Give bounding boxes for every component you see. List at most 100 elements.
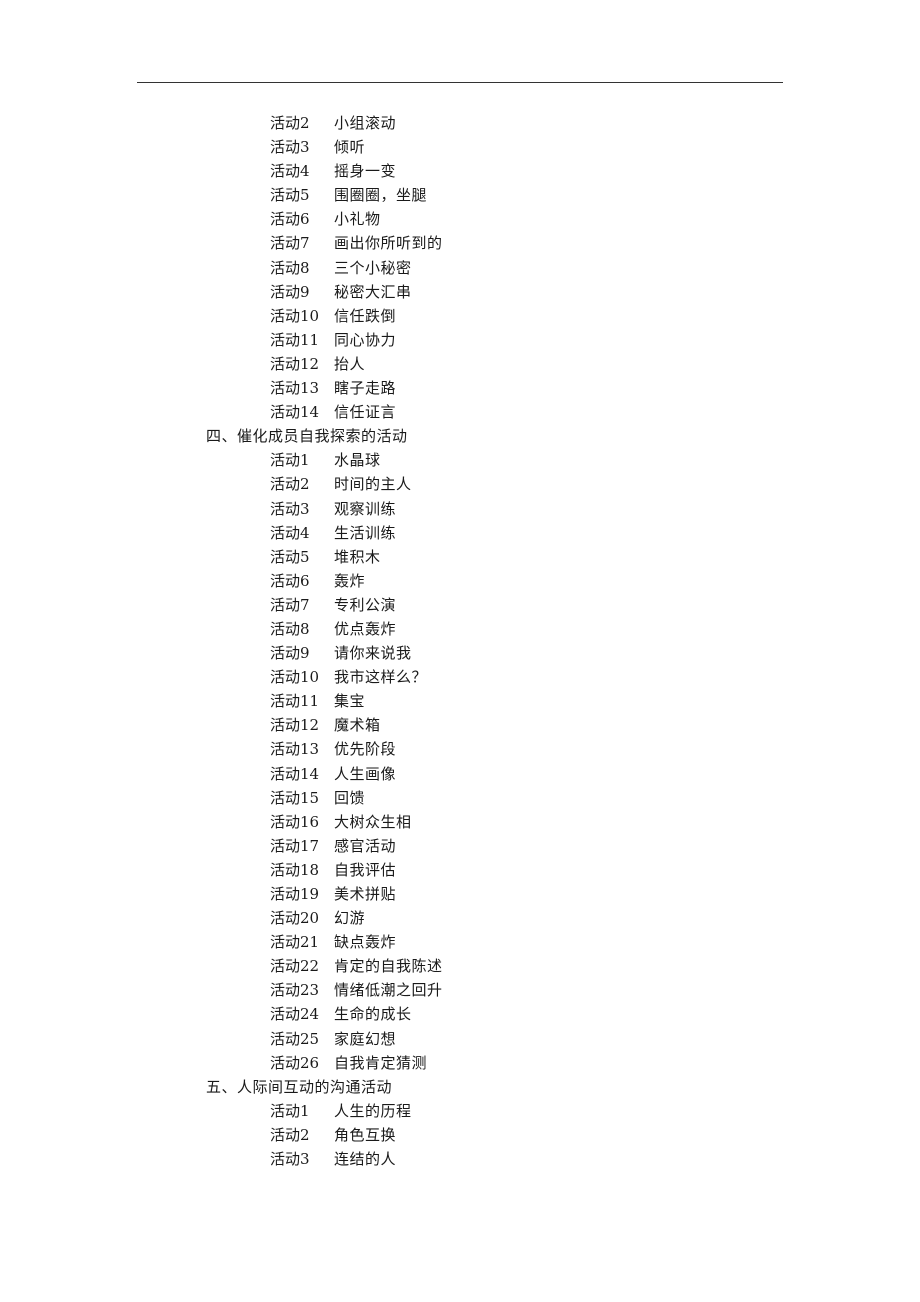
- activity-title: 角色互换: [334, 1125, 397, 1144]
- activity-item: 活动14 信任证言: [0, 400, 920, 424]
- activity-title: 同心协力: [334, 330, 397, 349]
- activity-title: 围圈圈，坐腿: [334, 186, 428, 205]
- activity-number: 活动3: [270, 138, 310, 157]
- activity-title: 瞎子走路: [334, 379, 397, 398]
- activity-item: 活动2 时间的主人: [0, 472, 920, 496]
- activity-title: 专利公演: [334, 595, 397, 614]
- activity-title: 美术拼贴: [334, 885, 397, 903]
- activity-number: 活动23: [270, 981, 320, 1000]
- activity-item: 活动1 水晶球: [0, 448, 920, 472]
- activity-title: 小礼物: [334, 210, 381, 229]
- activity-number: 活动16: [270, 812, 320, 831]
- activity-number: 活动4: [270, 162, 310, 181]
- activity-number: 活动2: [270, 475, 310, 494]
- activity-number: 活动12: [270, 354, 320, 373]
- activity-number: 活动24: [270, 1005, 320, 1024]
- activity-number: 活动21: [270, 933, 320, 952]
- activity-title: 请你来说我: [334, 644, 412, 663]
- activity-item: 活动19 美术拼贴: [0, 882, 920, 906]
- activity-number: 活动6: [270, 571, 310, 590]
- activity-number: 活动5: [270, 547, 310, 566]
- activity-title: 画出你所听到的: [334, 234, 443, 253]
- activity-number: 活动25: [270, 1029, 320, 1048]
- activity-title: 秘密大汇串: [334, 282, 412, 301]
- activity-title: 人生画像: [334, 764, 397, 783]
- activity-number: 活动22: [270, 957, 320, 976]
- activity-item: 活动18 自我评估: [0, 858, 920, 882]
- activity-title: 水晶球: [334, 451, 381, 470]
- activity-item: 活动10 信任跌倒: [0, 304, 920, 328]
- activity-number: 活动11: [270, 330, 320, 349]
- activity-number: 活动10: [270, 668, 320, 687]
- activity-title: 倾听: [334, 138, 366, 157]
- activity-title: 连结的人: [334, 1150, 397, 1169]
- activity-item: 活动26 自我肯定猜测: [0, 1051, 920, 1075]
- activity-title: 自我肯定猜测: [334, 1053, 428, 1072]
- activity-item: 活动2 小组滚动: [0, 111, 920, 135]
- activity-number: 活动11: [270, 692, 320, 711]
- activity-title: 轰炸: [334, 571, 366, 590]
- activity-number: 活动19: [270, 885, 320, 903]
- activity-number: 活动6: [270, 210, 310, 229]
- activity-title: 肯定的自我陈述: [334, 957, 443, 976]
- activity-item: 活动5 堆积木: [0, 545, 920, 569]
- activity-number: 活动26: [270, 1053, 320, 1072]
- activity-title: 家庭幻想: [334, 1029, 397, 1048]
- activity-number: 活动15: [270, 788, 320, 807]
- activity-number: 活动2: [270, 1125, 310, 1144]
- activity-title: 自我评估: [334, 860, 397, 879]
- activity-title: 大树众生相: [334, 812, 412, 831]
- activity-number: 活动12: [270, 716, 320, 735]
- activity-item: 活动11 同心协力: [0, 328, 920, 352]
- activity-title: 三个小秘密: [334, 258, 412, 277]
- activity-number: 活动18: [270, 860, 320, 879]
- activity-item: 活动7 专利公演: [0, 593, 920, 617]
- activity-item: 活动4 摇身一变: [0, 159, 920, 183]
- activity-item: 活动3 连结的人: [0, 1147, 920, 1171]
- activity-item: 活动16 大树众生相: [0, 810, 920, 834]
- activity-number: 活动10: [270, 306, 320, 325]
- activity-item: 活动9 请你来说我: [0, 641, 920, 665]
- activity-item: 活动24 生命的成长: [0, 1002, 920, 1026]
- activity-title: 魔术箱: [334, 716, 381, 735]
- activity-number: 活动1: [270, 1101, 310, 1120]
- activity-item: 活动6 轰炸: [0, 569, 920, 593]
- activity-title: 人生的历程: [334, 1101, 412, 1120]
- activity-item: 活动15 回馈: [0, 786, 920, 810]
- activity-title: 回馈: [334, 788, 366, 807]
- activity-item: 活动22 肯定的自我陈述: [0, 954, 920, 978]
- activity-number: 活动8: [270, 619, 310, 638]
- activity-number: 活动4: [270, 523, 310, 542]
- activity-number: 活动17: [270, 836, 320, 855]
- activity-title: 信任证言: [334, 403, 397, 422]
- activity-item: 活动9 秘密大汇串: [0, 280, 920, 304]
- activity-title: 观察训练: [334, 499, 397, 518]
- section-heading: 四、催化成员自我探索的活动: [206, 427, 408, 446]
- activity-number: 活动13: [270, 740, 320, 759]
- activity-item: 活动10 我市这样么？: [0, 665, 920, 689]
- activity-number: 活动14: [270, 764, 320, 783]
- activity-item: 活动21 缺点轰炸: [0, 930, 920, 954]
- activity-item: 活动13 优先阶段: [0, 737, 920, 761]
- activity-number: 活动7: [270, 234, 310, 253]
- activity-number: 活动13: [270, 379, 320, 398]
- activity-item: 活动12 抬人: [0, 352, 920, 376]
- activity-title: 优先阶段: [334, 740, 397, 759]
- activity-title: 小组滚动: [334, 114, 397, 132]
- header-rule: [137, 82, 783, 83]
- activity-number: 活动3: [270, 1150, 310, 1169]
- activity-number: 活动7: [270, 595, 310, 614]
- activity-item: 活动5 围圈圈，坐腿: [0, 183, 920, 207]
- activity-title: 时间的主人: [334, 475, 412, 494]
- activity-number: 活动2: [270, 114, 310, 132]
- activity-item: 活动7 画出你所听到的: [0, 231, 920, 255]
- activity-item: 活动3 倾听: [0, 135, 920, 159]
- activity-item: 活动23 情绪低潮之回升: [0, 978, 920, 1002]
- document-body: 活动2 小组滚动 活动3 倾听 活动4 摇身一变 活动5 围圈圈，坐腿 活动6 小礼物 活动7 画出你…: [0, 111, 920, 1171]
- activity-item: 活动17 感官活动: [0, 834, 920, 858]
- activity-item: 活动13 瞎子走路: [0, 376, 920, 400]
- activity-item: 活动12 魔术箱: [0, 713, 920, 737]
- activity-number: 活动14: [270, 403, 320, 422]
- activity-item: 活动14 人生画像: [0, 762, 920, 786]
- activity-title: 生命的成长: [334, 1005, 412, 1024]
